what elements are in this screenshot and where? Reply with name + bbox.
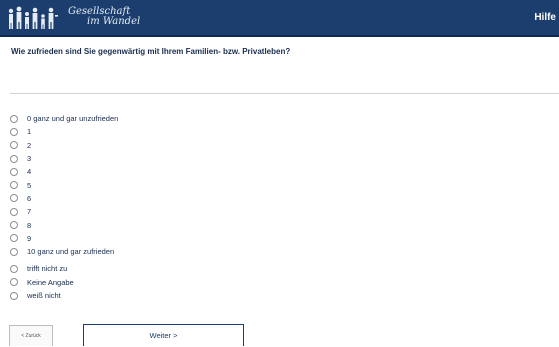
option-label: 4 [27, 167, 32, 177]
option-label: 9 [27, 233, 32, 243]
option-0[interactable]: 0 ganz und gar unzufrieden [10, 112, 310, 125]
radio-button[interactable] [10, 141, 18, 150]
option-5[interactable]: 5 [10, 178, 310, 191]
option-label: Keine Angabe [27, 277, 74, 287]
radio-button[interactable] [10, 194, 18, 203]
radio-button[interactable] [10, 181, 18, 190]
option-label: 7 [27, 207, 32, 217]
logo-line-2: im Wandel [87, 16, 141, 27]
radio-button[interactable] [10, 234, 18, 243]
option-dont-know[interactable]: weiß nicht [10, 289, 310, 302]
option-label: trifft nicht zu [27, 264, 68, 274]
back-button[interactable]: < Zurück [9, 325, 53, 346]
radio-button[interactable] [10, 291, 18, 300]
divider [10, 93, 559, 94]
option-label: 1 [27, 127, 32, 137]
radio-button[interactable] [10, 114, 18, 123]
radio-button[interactable] [10, 264, 18, 273]
option-1[interactable]: 1 [10, 125, 310, 138]
answer-options: 0 ganz und gar unzufrieden 1 2 3 4 5 6 7… [10, 112, 310, 302]
radio-button[interactable] [10, 154, 18, 163]
logo-people-icon [8, 6, 58, 29]
help-link[interactable]: Hilfe [534, 12, 556, 23]
option-6[interactable]: 6 [10, 192, 310, 205]
option-10[interactable]: 10 ganz und gar zufrieden [10, 245, 310, 258]
logo-text: Gesellschaft im Wandel [68, 7, 140, 27]
next-button[interactable]: Weiter > [83, 324, 244, 346]
option-label: 8 [27, 220, 32, 230]
radio-button[interactable] [10, 167, 18, 176]
option-4[interactable]: 4 [10, 165, 310, 178]
option-label: 0 ganz und gar unzufrieden [27, 114, 119, 124]
header-bar: Gesellschaft im Wandel Hilfe [0, 0, 559, 37]
option-label: 6 [27, 193, 32, 203]
option-label: 5 [27, 180, 32, 190]
option-not-applicable[interactable]: trifft nicht zu [10, 262, 310, 275]
radio-button[interactable] [10, 278, 18, 287]
option-7[interactable]: 7 [10, 205, 310, 218]
option-9[interactable]: 9 [10, 232, 310, 245]
radio-button[interactable] [10, 247, 18, 256]
option-3[interactable]: 3 [10, 152, 310, 165]
radio-button[interactable] [10, 207, 18, 216]
option-label: 3 [27, 154, 32, 164]
option-label: 10 ganz und gar zufrieden [27, 247, 115, 257]
radio-button[interactable] [10, 221, 18, 230]
question-text: Wie zufrieden sind Sie gegenwärtig mit I… [11, 47, 291, 56]
option-label: 2 [27, 140, 32, 150]
option-2[interactable]: 2 [10, 139, 310, 152]
option-label: weiß nicht [27, 291, 61, 300]
radio-button[interactable] [10, 127, 18, 136]
option-8[interactable]: 8 [10, 218, 310, 231]
option-no-answer[interactable]: Keine Angabe [10, 276, 310, 289]
